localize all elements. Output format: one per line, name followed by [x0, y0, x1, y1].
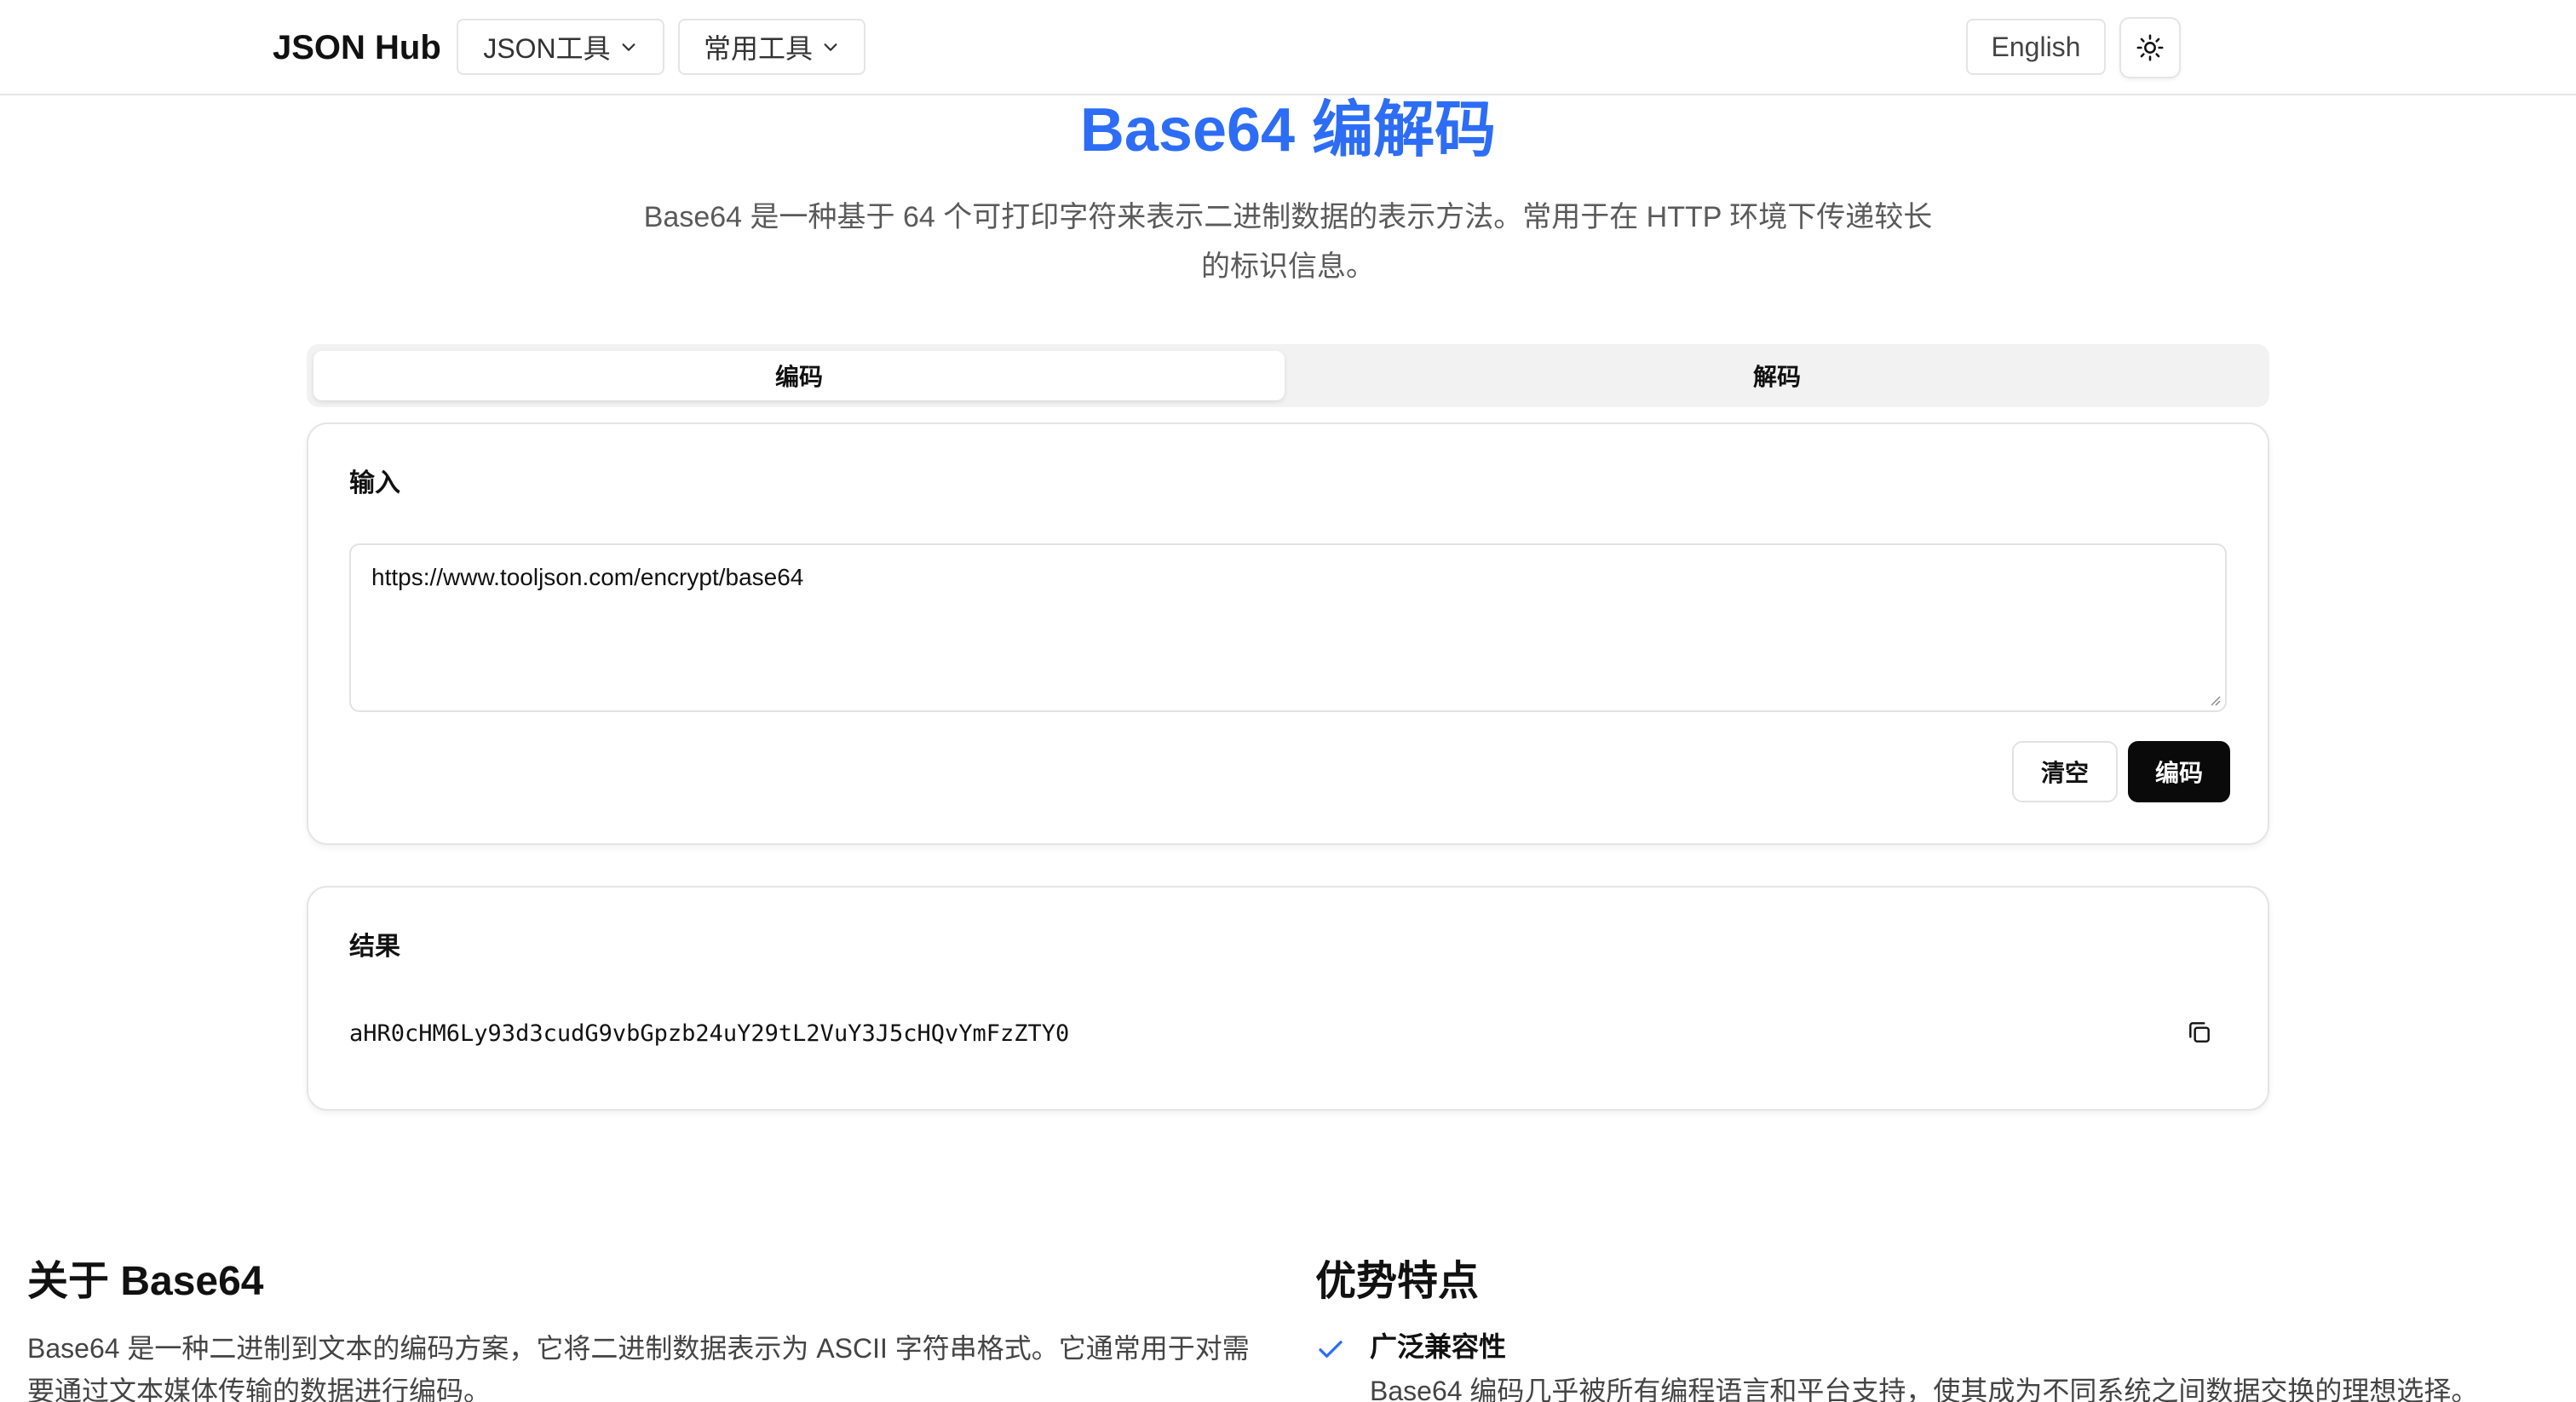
tab-encode[interactable]: 编码	[313, 351, 1285, 400]
encode-button[interactable]: 编码	[2128, 741, 2230, 802]
input-textarea[interactable]: https://www.tooljson.com/encrypt/base64	[349, 543, 2227, 712]
result-card: 结果 aHR0cHM6Ly93d3cudG9vbGpzb24uY29tL2VuY…	[307, 886, 2269, 1111]
top-navbar: JSON Hub JSON工具 常用工具 English	[0, 0, 2576, 95]
chevron-down-icon	[622, 43, 635, 51]
nav-common-tools-label: 常用工具	[703, 33, 813, 64]
resize-handle-icon[interactable]	[2208, 693, 2222, 707]
clear-button[interactable]: 清空	[2012, 741, 2118, 802]
page-description: Base64 是一种基于 64 个可打印字符来表示二进制数据的表示方法。常用于在…	[643, 201, 1933, 283]
result-output: aHR0cHM6Ly93d3cudG9vbGpzb24uY29tL2VuY3J5…	[349, 1020, 1070, 1047]
about-text: Base64 是一种二进制到文本的编码方案，它将二进制数据表示为 ASCII 字…	[27, 1333, 1250, 1402]
chevron-down-icon	[824, 43, 837, 51]
page-title: Base64 编解码	[1079, 96, 1497, 164]
nav-common-tools-dropdown[interactable]: 常用工具	[678, 19, 865, 75]
advantage-item-text: Base64 编码几乎被所有编程语言和平台支持，使其成为不同系统之间数据交换的理…	[1370, 1376, 2479, 1402]
copy-icon	[2189, 1022, 2210, 1043]
about-title: 关于 Base64	[27, 1259, 264, 1304]
tab-decode[interactable]: 解码	[1291, 351, 2263, 400]
nav-json-tools-dropdown[interactable]: JSON工具	[457, 19, 664, 75]
input-value: https://www.tooljson.com/encrypt/base64	[371, 564, 804, 590]
mode-tabs: 编码 解码	[307, 344, 2269, 407]
nav-json-tools-label: JSON工具	[483, 33, 611, 64]
result-label: 结果	[349, 933, 400, 961]
sun-icon	[2136, 34, 2164, 61]
theme-toggle-button[interactable]	[2119, 17, 2181, 78]
input-card: 输入 https://www.tooljson.com/encrypt/base…	[307, 422, 2269, 845]
input-label: 输入	[349, 469, 400, 497]
advantage-item-title: 广泛兼容性	[1370, 1331, 1507, 1362]
brand-logo[interactable]: JSON Hub	[273, 26, 441, 70]
check-icon	[1319, 1341, 1343, 1358]
language-switch-button[interactable]: English	[1966, 19, 2106, 75]
advantages-title: 优势特点	[1315, 1259, 1480, 1304]
copy-button[interactable]	[2179, 1012, 2220, 1053]
